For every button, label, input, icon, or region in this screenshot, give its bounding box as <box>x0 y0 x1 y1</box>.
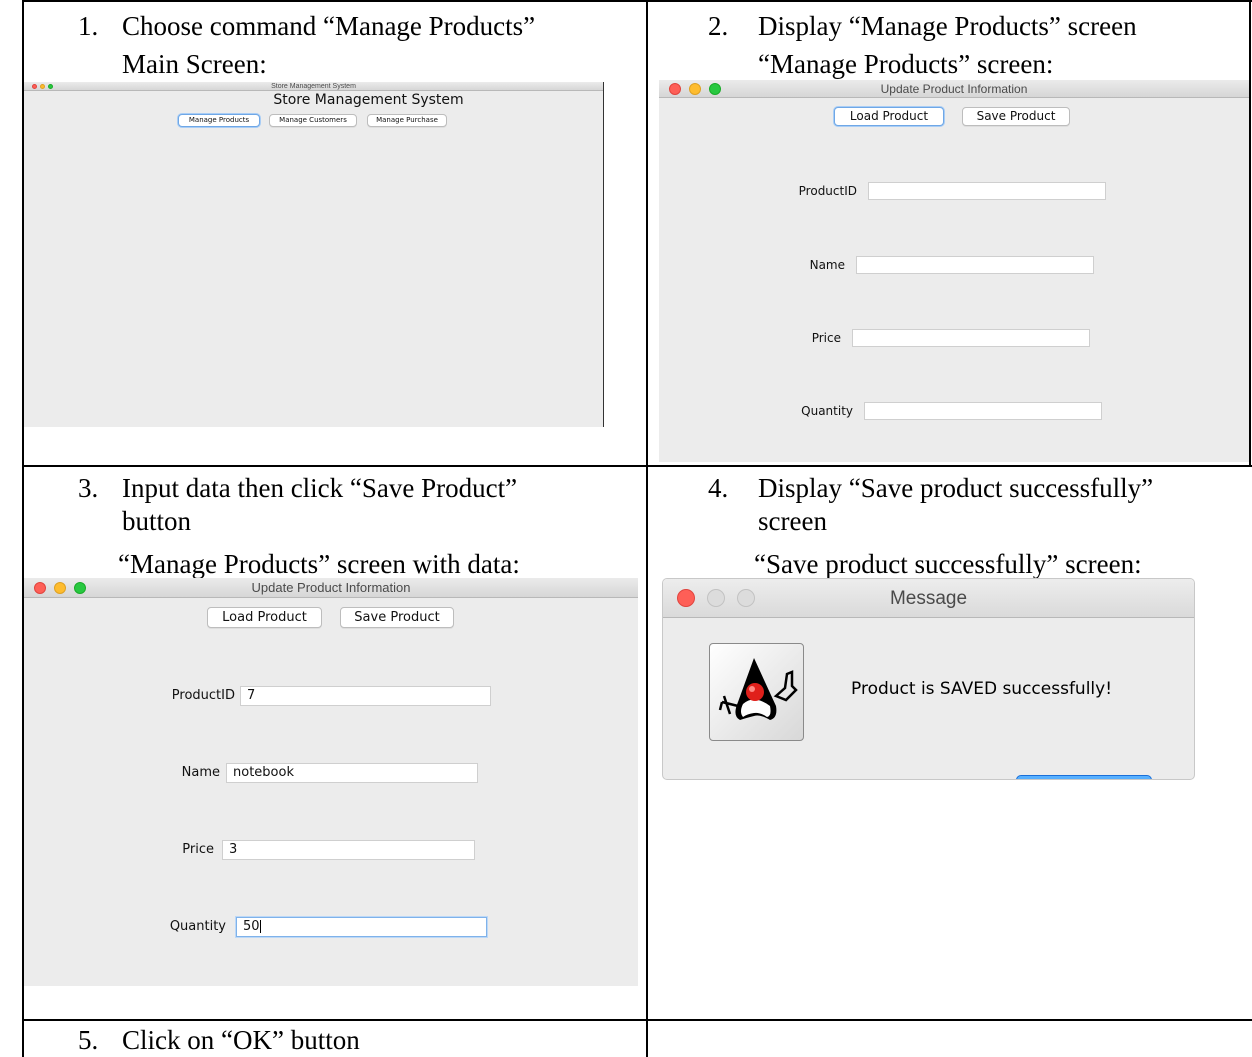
zoom-window-button[interactable] <box>48 84 53 89</box>
productid-label: ProductID <box>171 688 235 703</box>
message-dialog: Message Product is SAVED successfully! O… <box>662 578 1195 780</box>
window-titlebar: Message <box>663 579 1194 618</box>
price-field[interactable]: 3 <box>222 840 475 860</box>
window-title: Message <box>889 588 968 609</box>
product-window-filled: Update Product Information Load Product … <box>24 578 638 986</box>
close-window-button[interactable] <box>34 582 46 594</box>
zoom-window-button[interactable] <box>709 83 721 95</box>
window-titlebar: Update Product Information <box>24 578 638 598</box>
quantity-field[interactable] <box>864 402 1102 420</box>
step-text-line: “Save product successfully” screen: <box>754 549 1142 579</box>
step-number: 2. <box>708 11 729 41</box>
productid-field[interactable]: 7 <box>240 686 491 706</box>
product-window-empty: Update Product Information Load Product … <box>659 80 1249 462</box>
main-screen-window: Store Management System Store Management… <box>24 82 604 427</box>
name-field[interactable]: notebook <box>226 763 478 783</box>
step-number: 5. <box>78 1025 99 1055</box>
text-caret <box>259 920 261 933</box>
minimize-window-button[interactable] <box>54 582 66 594</box>
java-duke-icon <box>709 643 804 741</box>
quantity-label: Quantity <box>801 404 853 418</box>
table-row-divider-2 <box>22 1019 1252 1021</box>
name-field[interactable] <box>856 256 1094 274</box>
save-product-button[interactable]: Save Product <box>962 107 1070 126</box>
table-border-top <box>22 0 1252 2</box>
step-text-line: Main Screen: <box>122 49 267 79</box>
step-text-line: Display “Manage Products” screen <box>758 11 1137 41</box>
zoom-window-button[interactable] <box>74 582 86 594</box>
table-border-right <box>1249 0 1251 466</box>
window-titlebar: Update Product Information <box>659 80 1249 98</box>
step-number: 3. <box>78 473 99 503</box>
quantity-field[interactable]: 50 <box>236 917 487 937</box>
price-label: Price <box>811 331 841 345</box>
load-product-button[interactable]: Load Product <box>207 607 322 628</box>
price-label: Price <box>182 842 214 857</box>
manage-customers-button[interactable]: Manage Customers <box>269 114 357 127</box>
minimize-window-button[interactable] <box>707 589 725 607</box>
step-number: 4. <box>708 473 729 503</box>
close-window-button[interactable] <box>677 589 695 607</box>
step-text-line: Click on “OK” button <box>122 1025 360 1055</box>
step-text-line: “Manage Products” screen: <box>758 49 1054 79</box>
window-title: Update Product Information <box>880 82 1028 96</box>
ok-button[interactable]: OK <box>1016 775 1152 779</box>
minimize-window-button[interactable] <box>40 84 45 89</box>
main-heading: Store Management System <box>273 92 464 108</box>
quantity-label: Quantity <box>169 919 226 934</box>
save-product-button[interactable]: Save Product <box>340 607 454 628</box>
name-label: Name <box>809 258 845 272</box>
load-product-button[interactable]: Load Product <box>834 107 944 126</box>
close-window-button[interactable] <box>32 84 37 89</box>
message-text: Product is SAVED successfully! <box>851 679 1113 699</box>
productid-label: ProductID <box>798 184 857 198</box>
step-text-line: Choose command “Manage Products” <box>122 11 536 41</box>
minimize-window-button[interactable] <box>689 83 701 95</box>
table-row-divider-1 <box>22 465 1252 467</box>
price-field[interactable] <box>852 329 1090 347</box>
name-label: Name <box>181 765 220 780</box>
step-number: 1. <box>78 11 99 41</box>
step-text-line: button <box>122 506 192 536</box>
zoom-window-button[interactable] <box>737 589 755 607</box>
manage-products-button[interactable]: Manage Products <box>178 114 260 127</box>
window-title: Store Management System <box>271 83 356 90</box>
step-text-line: screen <box>758 506 827 536</box>
step-text-line: Input data then click “Save Product” <box>122 473 518 503</box>
step-text-line: “Manage Products” screen with data: <box>118 549 520 579</box>
productid-field[interactable] <box>868 182 1106 200</box>
table-border-mid <box>646 0 648 1057</box>
window-title: Update Product Information <box>251 580 411 595</box>
manage-purchase-button[interactable]: Manage Purchase <box>367 114 447 127</box>
step-text-line: Display “Save product successfully” <box>758 473 1154 503</box>
close-window-button[interactable] <box>669 83 681 95</box>
quantity-value: 50 <box>243 919 260 934</box>
window-titlebar: Store Management System <box>24 82 603 91</box>
